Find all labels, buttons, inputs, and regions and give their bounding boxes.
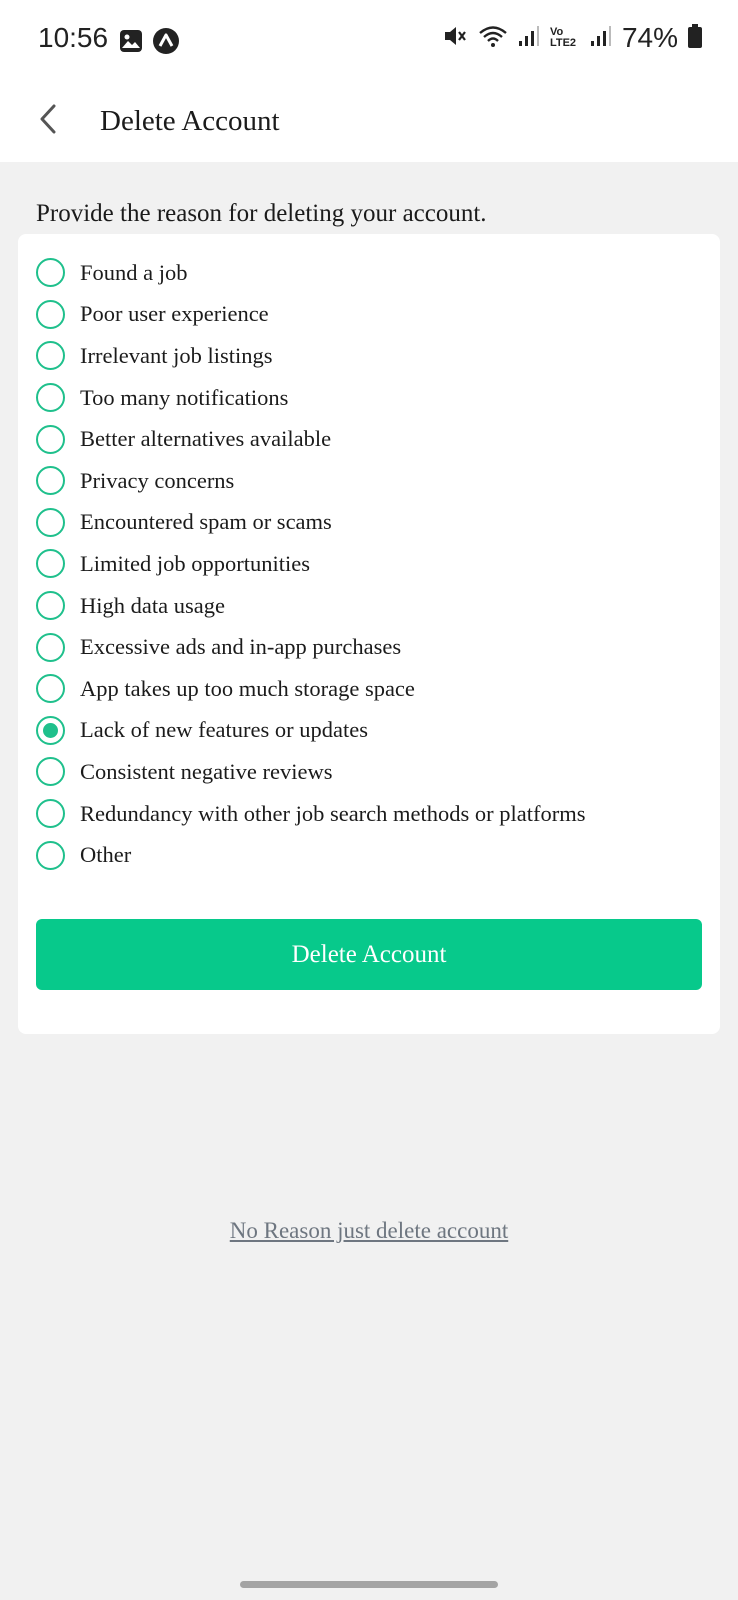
signal-icon <box>590 25 612 52</box>
radio-unchecked-icon[interactable] <box>36 591 65 621</box>
reason-prompt: Provide the reason for deleting your acc… <box>36 200 487 227</box>
reason-label: Lack of new features or updates <box>80 717 368 743</box>
reason-option[interactable]: Irrelevant job listings <box>18 335 720 377</box>
status-time: 10:56 <box>38 22 109 53</box>
radio-unchecked-icon[interactable] <box>36 799 65 829</box>
reason-option[interactable]: Limited job opportunities <box>18 543 720 585</box>
reason-label: Consistent negative reviews <box>80 758 333 784</box>
wifi-icon <box>478 24 508 53</box>
reason-option[interactable]: High data usage <box>18 585 720 627</box>
status-bar: 10:56 Vo LTE2 74% <box>0 0 738 80</box>
radio-checked-icon[interactable] <box>36 715 65 745</box>
radio-unchecked-icon[interactable] <box>36 632 65 662</box>
radio-unchecked-icon[interactable] <box>36 549 65 579</box>
reason-option[interactable]: Other <box>18 834 720 876</box>
lte-label: Vo LTE2 <box>549 26 577 49</box>
mute-icon <box>442 23 468 54</box>
app-header: Delete Account <box>0 80 738 162</box>
reason-label: Better alternatives available <box>80 426 332 452</box>
reason-option[interactable]: App takes up too much storage space <box>18 668 720 710</box>
radio-unchecked-icon[interactable] <box>36 840 65 870</box>
reason-label: Encountered spam or scams <box>80 509 332 535</box>
reason-option[interactable]: Excessive ads and in-app purchases <box>18 626 720 668</box>
reason-label: App takes up too much storage space <box>80 675 415 701</box>
reason-label: Poor user experience <box>80 301 269 327</box>
radio-dot <box>43 722 58 738</box>
battery-percentage: 74% <box>621 22 678 53</box>
radio-unchecked-icon[interactable] <box>36 258 65 288</box>
reason-option[interactable]: Encountered spam or scams <box>18 502 720 544</box>
reason-card: Found a job Poor user experience Irrelevan… <box>18 234 720 1034</box>
signal-icon <box>518 25 540 52</box>
status-left-icons <box>118 27 180 60</box>
reason-list: Found a job Poor user experience Irrelevan… <box>18 252 720 876</box>
status-right-icons: Vo LTE2 74% <box>442 22 702 54</box>
reason-label: Excessive ads and in-app purchases <box>80 634 402 660</box>
reason-option[interactable]: Poor user experience <box>18 294 720 336</box>
reason-option[interactable]: Redundancy with other job search methods… <box>18 793 720 835</box>
reason-option[interactable]: Privacy concerns <box>18 460 720 502</box>
radio-unchecked-icon[interactable] <box>36 424 65 454</box>
back-button[interactable] <box>28 96 68 146</box>
reason-label: Privacy concerns <box>80 467 235 493</box>
radio-unchecked-icon[interactable] <box>36 299 65 329</box>
image-icon <box>118 28 144 59</box>
reason-option[interactable]: Better alternatives available <box>18 418 720 460</box>
radio-unchecked-icon[interactable] <box>36 757 65 787</box>
home-indicator[interactable] <box>240 1581 498 1588</box>
reason-label: Other <box>80 842 132 868</box>
reason-option[interactable]: Lack of new features or updates <box>18 710 720 752</box>
chevron-left-icon <box>36 103 60 140</box>
radio-unchecked-icon[interactable] <box>36 507 65 537</box>
battery-icon <box>688 23 702 53</box>
radio-unchecked-icon[interactable] <box>36 466 65 496</box>
no-reason-delete-link[interactable]: No Reason just delete account <box>0 1218 738 1244</box>
reason-label: Limited job opportunities <box>80 550 310 576</box>
reason-label: Too many notifications <box>80 384 289 410</box>
app-notification-icon <box>152 27 180 60</box>
reason-option[interactable]: Consistent negative reviews <box>18 751 720 793</box>
reason-label: Found a job <box>80 259 188 285</box>
delete-account-button[interactable]: Delete Account <box>36 919 702 990</box>
radio-unchecked-icon[interactable] <box>36 674 65 704</box>
page-title: Delete Account <box>100 105 280 137</box>
reason-option[interactable]: Found a job <box>18 252 720 294</box>
radio-unchecked-icon[interactable] <box>36 383 65 413</box>
reason-option[interactable]: Too many notifications <box>18 377 720 419</box>
radio-unchecked-icon[interactable] <box>36 341 65 371</box>
reason-label: Redundancy with other job search methods… <box>80 800 586 826</box>
reason-label: Irrelevant job listings <box>80 342 273 368</box>
reason-label: High data usage <box>80 592 225 618</box>
